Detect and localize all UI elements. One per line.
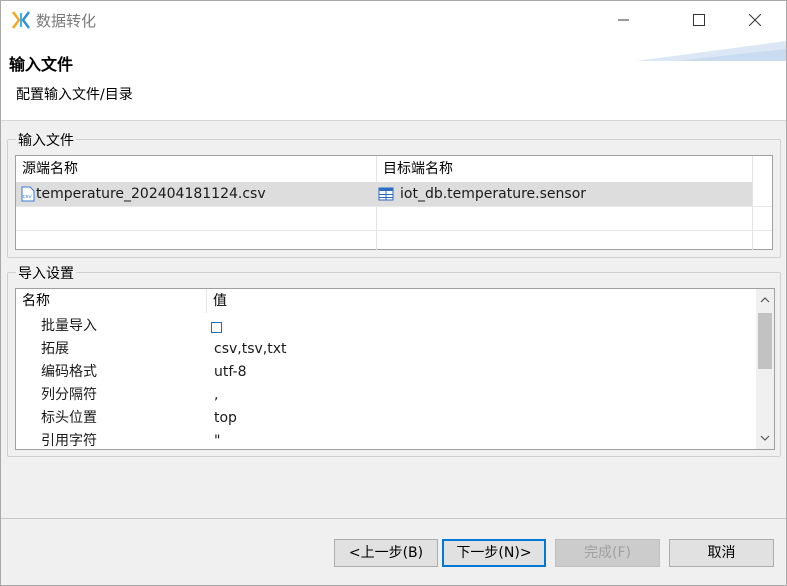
setting-row-quote-char[interactable]: 引用字符 " [16,430,756,449]
page-title: 输入文件 [9,55,74,74]
setting-name: 编码格式 [41,364,97,380]
csv-file-icon: csv [21,186,35,202]
data-conversion-dialog: 数据转化 输入文件 配置输入文件/目录 输入文件 源端名称 目标端名称 csv … [0,0,787,586]
chevron-down-icon [760,435,770,441]
setting-name: 引用字符 [41,433,97,449]
setting-row-encoding[interactable]: 编码格式 utf-8 [16,361,756,384]
close-button[interactable] [732,1,778,39]
setting-name: 列分隔符 [41,387,97,403]
cancel-button[interactable]: 取消 [669,539,774,567]
wizard-header: 输入文件 配置输入文件/目录 [1,39,786,121]
input-files-table[interactable]: 源端名称 目标端名称 csv temperature_202404181124.… [15,155,773,251]
column-header-source[interactable]: 源端名称 [16,156,376,182]
column-header-name[interactable]: 名称 [16,289,206,313]
setting-row-header-position[interactable]: 标头位置 top [16,407,756,430]
setting-row-batch-import[interactable]: 批量导入 [16,315,756,338]
source-name: temperature_202404181124.csv [36,186,266,202]
import-settings-table[interactable]: 名称 值 批量导入 拓展 csv,tsv,txt 编码格式 utf-8 列分隔符… [15,288,775,450]
batch-import-checkbox[interactable] [211,322,222,333]
window-title: 数据转化 [36,12,97,30]
setting-value[interactable]: utf-8 [214,361,246,384]
back-button[interactable]: <上一步(B) [334,539,438,567]
table-icon [378,187,394,201]
minimize-button[interactable] [601,1,647,39]
footer-divider [1,518,786,519]
setting-name: 标头位置 [41,410,97,426]
app-logo-icon [12,11,30,29]
next-button[interactable]: 下一步(N)> [442,539,546,567]
close-icon [749,14,761,26]
setting-row-extension[interactable]: 拓展 csv,tsv,txt [16,338,756,361]
setting-name: 拓展 [41,341,69,357]
setting-row-column-delimiter[interactable]: 列分隔符 , [16,384,756,407]
finish-button[interactable]: 完成(F) [555,539,660,567]
scroll-down-button[interactable] [756,427,774,449]
chevron-up-icon [760,297,770,303]
setting-name: 批量导入 [41,318,97,334]
title-bar: 数据转化 [1,1,786,39]
header-decoration [636,41,786,61]
scroll-thumb[interactable] [758,313,772,369]
input-files-group: 输入文件 源端名称 目标端名称 csv temperature_20240418… [7,130,781,258]
target-cell: iot_db.temperature.sensor [378,182,586,206]
maximize-icon [693,14,705,26]
table-row[interactable]: csv temperature_202404181124.csv iot_db.… [16,182,752,206]
setting-value[interactable]: " [214,430,220,449]
source-cell: csv temperature_202404181124.csv [20,182,266,206]
minimize-icon [618,19,629,21]
maximize-button[interactable] [676,1,722,39]
column-header-value[interactable]: 值 [207,289,747,313]
page-description: 配置输入文件/目录 [16,87,133,103]
csv-icon-label: csv [23,194,33,200]
import-settings-group: 导入设置 名称 值 批量导入 拓展 csv,tsv,txt 编码格式 utf-8… [7,263,781,457]
setting-value[interactable]: csv,tsv,txt [214,338,287,361]
target-name: iot_db.temperature.sensor [400,186,587,202]
scroll-up-button[interactable] [756,289,774,311]
setting-value[interactable]: , [214,384,218,407]
vertical-scrollbar[interactable] [756,289,774,449]
setting-value[interactable]: top [214,407,237,430]
input-files-group-label: 输入文件 [16,130,76,150]
column-header-target[interactable]: 目标端名称 [377,156,753,182]
import-settings-group-label: 导入设置 [16,263,76,283]
